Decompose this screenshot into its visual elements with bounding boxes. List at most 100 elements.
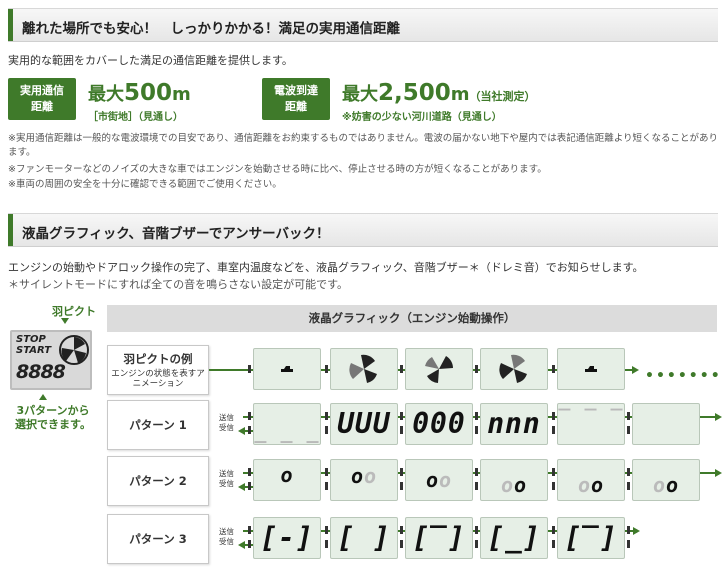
timeline-tick <box>325 365 328 373</box>
badge-line: 実用通信 <box>20 84 64 97</box>
section-title: 離れた場所でも安心！ しっかりかかる！満足の実用通信距離 <box>22 21 400 37</box>
lcd-cell: oo <box>557 459 625 501</box>
value-prefix: 最大 <box>88 84 124 105</box>
value-number: 2,500 <box>378 80 451 106</box>
lcd-cell: oo <box>632 459 700 501</box>
lcd-cell: oo <box>330 459 398 501</box>
value-suffix: （当社測定） <box>469 90 536 103</box>
right-arrow-icon <box>632 366 639 374</box>
timeline-tick <box>400 365 403 373</box>
lcd-cell <box>632 403 700 445</box>
row-title: 羽ピクトの例 <box>123 352 193 366</box>
left-arrow-icon <box>238 427 245 435</box>
timeline-tick <box>627 526 630 534</box>
timeline-tick <box>325 468 328 476</box>
timeline-tick <box>627 468 630 476</box>
lcd-stop: STOP <box>16 334 46 345</box>
send-label: 送信 <box>219 527 234 536</box>
lcd-digits: 8888 <box>16 361 66 383</box>
lcd-graphic-header: 液晶グラフィック（エンジン始動操作） <box>107 305 717 332</box>
right-arrow-icon <box>633 527 640 535</box>
badge-line: 距離 <box>285 100 307 113</box>
lcd-cell <box>405 348 473 390</box>
lcd-cell: ‾ ‾ ‾ <box>557 403 625 445</box>
row-title: パターン 1 <box>129 418 187 432</box>
header-accent-bar <box>8 214 13 246</box>
fan-icon <box>425 356 453 383</box>
timeline-tick <box>627 540 630 548</box>
up-arrow-icon <box>39 394 47 400</box>
practical-range-value: 最大500m <box>88 80 191 106</box>
range-note-1: ※実用通信距離は一般的な電波環境での目安であり、通信距離をお約束するものではあり… <box>8 133 719 158</box>
timeline-tick <box>552 426 555 434</box>
lcd-cell: 000 <box>405 403 473 445</box>
lcd-cell <box>480 348 548 390</box>
lcd-cell: oo <box>405 459 473 501</box>
timeline-tick <box>552 412 555 420</box>
lcd-cell: [-] <box>253 517 321 559</box>
timeline-tick <box>552 365 555 373</box>
timeline-tick <box>552 482 555 490</box>
section-header-lcd: 液晶グラフィック、音階ブザーでアンサーバック！ <box>8 213 718 247</box>
timeline-tick <box>325 412 328 420</box>
row-label-pattern-2: パターン 2 <box>107 456 209 506</box>
lcd-cell <box>253 348 321 390</box>
timeline-tick <box>475 426 478 434</box>
car-icon <box>585 366 597 372</box>
fan-icon <box>349 354 377 383</box>
lcd-cell: [ ] <box>330 517 398 559</box>
timeline-tick <box>475 468 478 476</box>
row-title: パターン 3 <box>129 532 187 546</box>
timeline-tick <box>400 426 403 434</box>
car-icon <box>281 366 293 372</box>
lcd-cell: [_] <box>480 517 548 559</box>
left-arrow-icon <box>238 483 245 491</box>
row-title: パターン 2 <box>129 474 187 488</box>
radio-reach-note: ※妨害の少ない河川道路（見通し） <box>342 112 502 123</box>
silent-mode-note: ＊サイレントモードにすれば全ての音を鳴らさない設定が可能です。 <box>8 278 349 291</box>
lcd-cell: _ _ _ <box>253 403 321 445</box>
timeline-tick <box>248 468 251 476</box>
lcd-cell <box>557 348 625 390</box>
row-label-pattern-1: パターン 1 <box>107 400 209 450</box>
timeline-tick <box>552 540 555 548</box>
value-unit: m <box>450 84 470 105</box>
left-arrow-icon <box>238 541 245 549</box>
row-label-pattern-3: パターン 3 <box>107 514 209 564</box>
value-number: 500 <box>124 80 173 106</box>
lcd-cell <box>330 348 398 390</box>
header-accent-bar <box>8 9 13 41</box>
right-arrow-icon <box>715 469 722 477</box>
fan-icon <box>499 354 527 383</box>
timeline-tick <box>325 426 328 434</box>
receive-label: 受信 <box>219 537 234 546</box>
lcd-cell: [‾] <box>557 517 625 559</box>
value-unit: m <box>172 84 191 105</box>
receive-label: 受信 <box>219 479 234 488</box>
lcd-intro: エンジンの始動やドアロック操作の完了、車室内温度などを、液晶グラフィック、音階ブ… <box>8 261 644 274</box>
range-note-2: ※ファンモーターなどのノイズの大きな車ではエンジンを始動させる時に比べ、停止させ… <box>8 164 547 175</box>
send-receive-label: 送信 受信 <box>219 469 234 489</box>
down-arrow-icon <box>61 318 69 324</box>
timeline-tick <box>248 412 251 420</box>
timeline-tick <box>400 482 403 490</box>
timeline-tick <box>325 526 328 534</box>
badge-line: 距離 <box>31 100 53 113</box>
timeline-tick <box>248 426 251 434</box>
timeline-tick <box>475 540 478 548</box>
receive-label: 受信 <box>219 423 234 432</box>
timeline-tick <box>475 482 478 490</box>
fan-pict-label: 羽ピクト <box>52 305 96 318</box>
section-header-range: 離れた場所でも安心！ しっかりかかる！満足の実用通信距離 <box>8 8 718 42</box>
row-label-fan-example: 羽ピクトの例 エンジンの状態を表すアニメーション <box>107 345 209 395</box>
send-receive-label: 送信 受信 <box>219 527 234 547</box>
right-arrow-icon <box>715 413 722 421</box>
timeline-tick <box>325 482 328 490</box>
timeline-tick <box>248 482 251 490</box>
continuation-dots: ••••••• <box>645 368 722 384</box>
lcd-cell: nnn <box>480 403 548 445</box>
timeline-tick <box>400 412 403 420</box>
timeline-tick <box>400 540 403 548</box>
timeline-tick <box>627 426 630 434</box>
badge-line: 電波到達 <box>274 84 318 97</box>
